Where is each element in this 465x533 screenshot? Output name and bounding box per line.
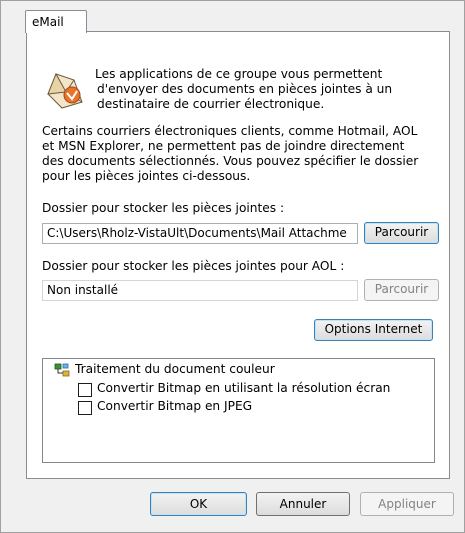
bitmap-jpeg-label[interactable]: Convertir Bitmap en JPEG (97, 399, 252, 413)
info-line: Certains courriers électroniques clients… (42, 124, 418, 138)
bitmap-screen-resolution-label[interactable]: Convertir Bitmap en utilisant la résolut… (97, 381, 390, 395)
aol-browse-button[interactable]: Parcourir (364, 279, 439, 301)
ok-button[interactable]: OK (150, 492, 247, 516)
attachments-browse-button[interactable]: Parcourir (364, 222, 439, 244)
description-line: d'envoyer des documents en pièces jointe… (97, 82, 393, 96)
document-tree-icon (54, 363, 70, 377)
aol-folder-input[interactable]: Non installé (42, 280, 358, 301)
description-text: Les applications de ce groupe vous perme… (95, 67, 392, 112)
description-line: Les applications de ce groupe vous perme… (95, 67, 383, 81)
tab-email-label: eMail (32, 15, 64, 29)
cancel-button[interactable]: Annuler (256, 492, 350, 516)
info-line: pour les pièces jointes ci-dessous. (42, 169, 251, 183)
info-line: et MSN Explorer, ne permettent pas de jo… (42, 139, 405, 153)
attachments-folder-input[interactable]: C:\Users\Rholz-VistaUlt\Documents\Mail A… (42, 223, 358, 244)
color-processing-title: Traitement du document couleur (75, 362, 275, 376)
attachments-folder-label: Dossier pour stocker les pièces jointes … (42, 201, 285, 215)
aol-folder-label: Dossier pour stocker les pièces jointes … (42, 259, 345, 273)
description-line: destinataire de courrier électronique. (97, 97, 325, 111)
info-line: des documents sélectionnés. Vous pouvez … (42, 154, 419, 168)
email-envelope-icon (44, 72, 84, 110)
internet-options-button[interactable]: Options Internet (314, 319, 433, 341)
apply-button[interactable]: Appliquer (360, 492, 454, 516)
tab-email[interactable]: eMail (25, 10, 87, 33)
bitmap-screen-resolution-checkbox[interactable] (78, 383, 92, 397)
info-text: Certains courriers électroniques clients… (42, 124, 418, 184)
bitmap-jpeg-checkbox[interactable] (78, 401, 92, 415)
